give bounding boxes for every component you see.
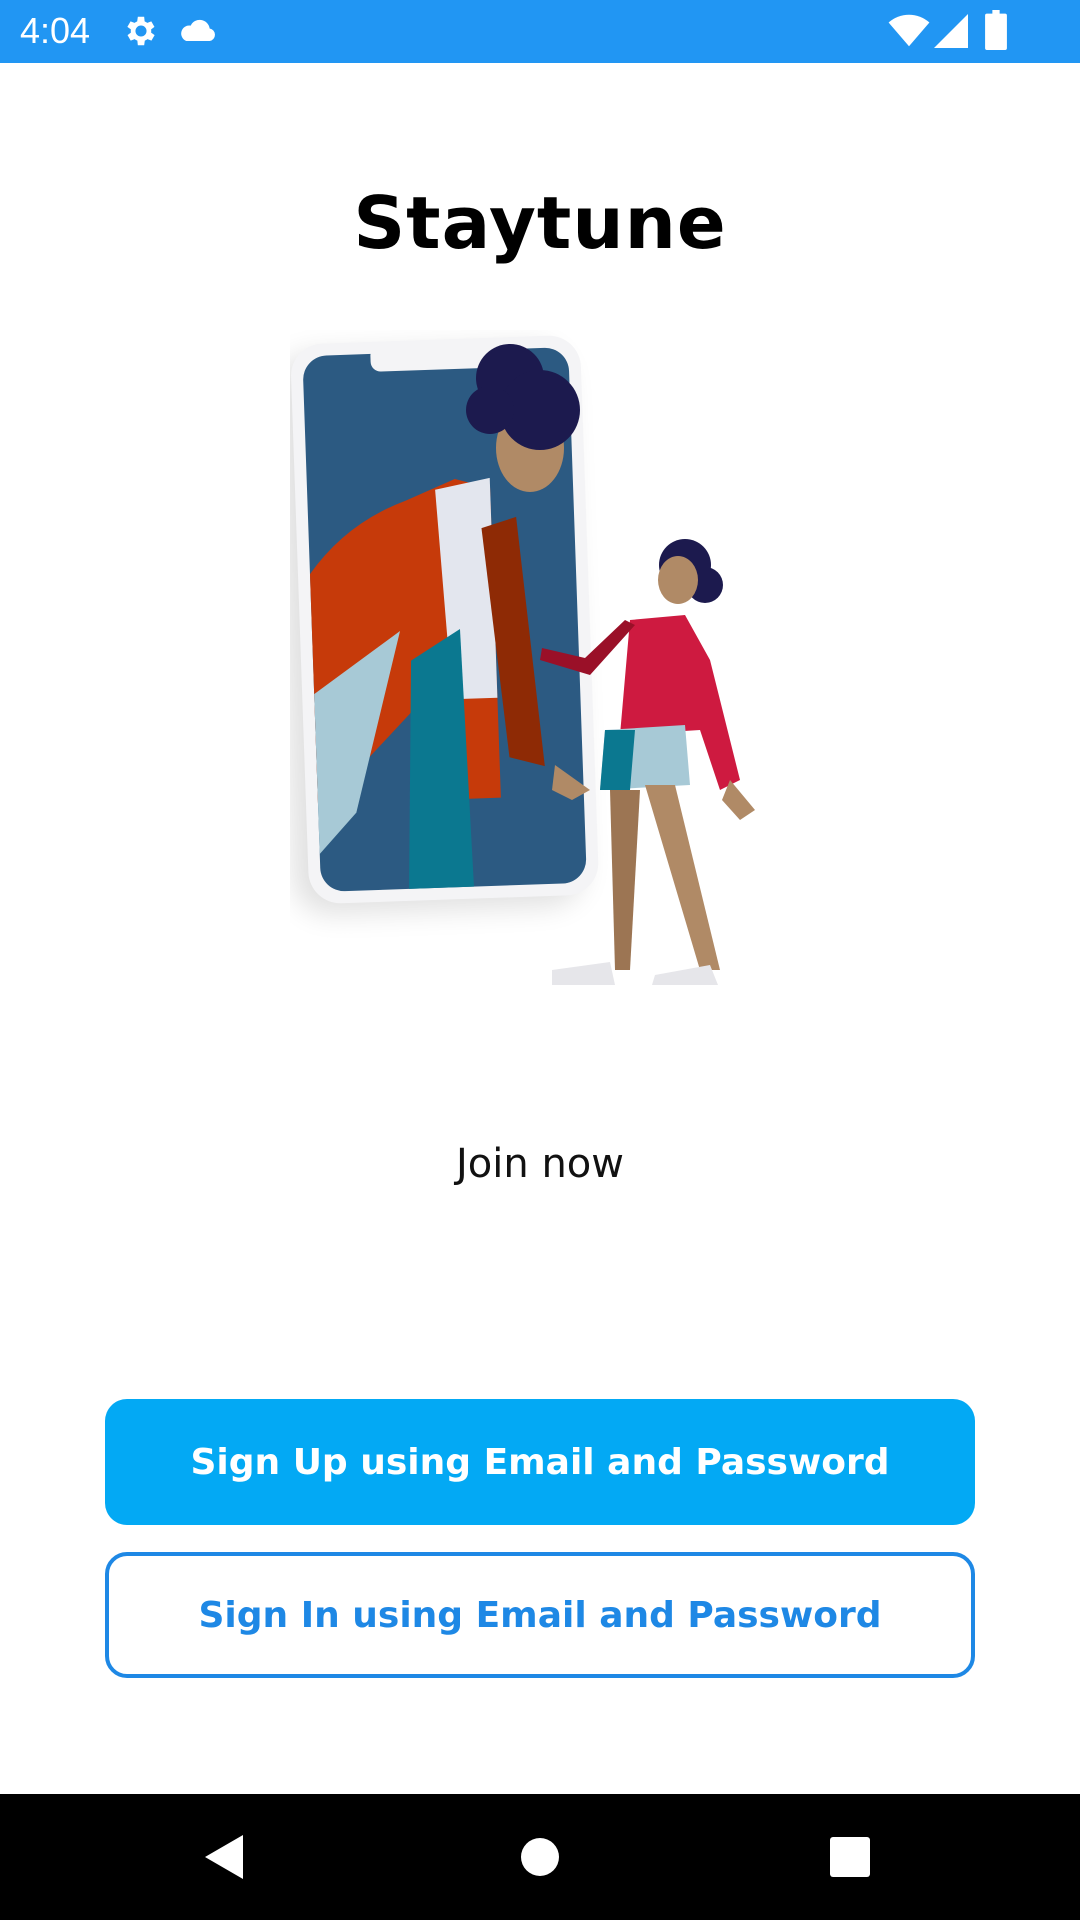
back-icon[interactable] (195, 1827, 255, 1887)
recents-icon[interactable] (820, 1827, 880, 1887)
wifi-icon (888, 14, 930, 53)
sign-in-button[interactable]: Sign In using Email and Password (105, 1552, 975, 1678)
sign-up-button-label: Sign Up using Email and Password (190, 1441, 890, 1483)
home-icon[interactable] (510, 1827, 570, 1887)
app-title: Staytune (353, 181, 727, 265)
status-bar: 4:04 (0, 0, 1080, 63)
welcome-illustration (276, 330, 790, 1010)
signal-icon (934, 14, 968, 53)
join-now-text: Join now (456, 1141, 624, 1187)
navigation-bar (0, 1794, 1080, 1920)
gear-icon (122, 12, 160, 55)
sign-up-button[interactable]: Sign Up using Email and Password (105, 1399, 975, 1525)
sign-in-button-label: Sign In using Email and Password (198, 1594, 882, 1636)
status-time: 4:04 (20, 10, 91, 51)
battery-icon (985, 10, 1007, 55)
cloud-icon (178, 14, 218, 53)
